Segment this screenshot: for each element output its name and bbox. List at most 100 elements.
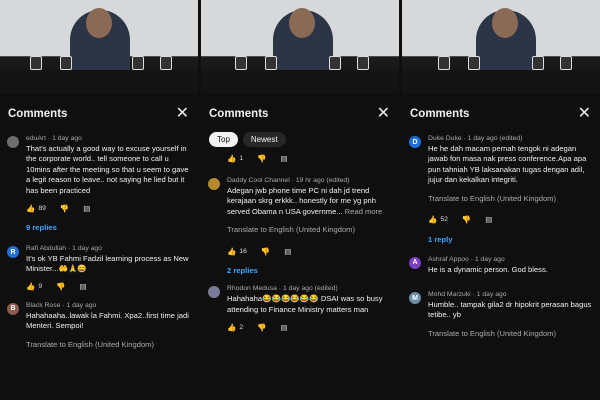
thumbs-up-icon: 👍 xyxy=(428,215,438,225)
comment-time: 1 day ago (edited) xyxy=(467,135,523,142)
avatar[interactable]: D xyxy=(409,136,421,148)
replies-link[interactable]: 9 replies xyxy=(0,213,198,232)
like-count: 89 xyxy=(38,204,46,212)
comment-text: That's actually a good way to excuse you… xyxy=(26,144,189,195)
avatar[interactable]: B xyxy=(7,302,19,315)
comments-header: Comments ✕ xyxy=(0,93,198,125)
comment-author[interactable]: Ashraf Appoo xyxy=(428,256,469,263)
comment-time: 19 hr ago (edited) xyxy=(295,177,350,184)
comments-header: Comments ✕ xyxy=(402,93,600,125)
avatar[interactable] xyxy=(7,136,19,148)
comment-author[interactable]: Black Rose xyxy=(26,302,60,309)
comment: eduArt · 1 day ago That's actually a goo… xyxy=(0,125,198,213)
comment: D Duke Duke · 1 day ago (edited) He he d… xyxy=(402,125,600,225)
comment-author[interactable]: eduArt xyxy=(26,135,46,142)
dislike-button[interactable]: 👎 xyxy=(60,204,69,213)
comments-header: Comments ✕ xyxy=(201,93,399,125)
like-button[interactable]: 👍 16 xyxy=(227,247,247,256)
dislike-button[interactable]: 👎 xyxy=(261,247,270,256)
screenshot-collage: Comments ✕ eduArt · 1 day ago That's act… xyxy=(0,0,600,400)
thumbs-down-icon: 👎 xyxy=(56,282,66,292)
comment-author[interactable]: Duke Duke xyxy=(428,135,462,142)
like-button[interactable]: 👍 89 xyxy=(26,204,46,213)
reply-button[interactable]: ▤ xyxy=(284,247,291,256)
dislike-button[interactable]: 👎 xyxy=(56,282,65,291)
video-frame[interactable] xyxy=(402,0,600,93)
comments-title: Comments xyxy=(410,108,470,120)
comments-title: Comments xyxy=(209,108,269,120)
like-count: 1 xyxy=(239,154,244,162)
close-icon[interactable]: ✕ xyxy=(377,106,390,122)
like-button[interactable]: 👍 9 xyxy=(26,282,42,291)
comment-author[interactable]: Rafi Abdullah xyxy=(26,245,66,252)
replies-link[interactable]: 2 replies xyxy=(201,256,399,275)
thumbs-down-icon: 👎 xyxy=(257,322,267,332)
comment-text: Humble.. tampak gila2 dr hipokrit perasa… xyxy=(428,300,592,320)
comment-text: Hahahaaha..lawak la Fahmi. Xpa2..first t… xyxy=(26,310,189,331)
dislike-button[interactable]: 👎 xyxy=(462,215,471,224)
comment-author[interactable]: Daddy Cool Channel xyxy=(227,177,290,184)
comment: M Mohd Marzuki · 1 day ago Humble.. tamp… xyxy=(402,275,600,338)
reply-icon: ▤ xyxy=(280,153,288,163)
close-icon[interactable]: ✕ xyxy=(176,106,189,122)
comment: A Ashraf Appoo · 1 day ago He is a dynam… xyxy=(402,244,600,275)
comment-time: 1 day ago xyxy=(476,291,507,299)
reply-button[interactable]: ▤ xyxy=(79,282,86,291)
dislike-button[interactable]: 👎 xyxy=(257,323,266,332)
thumbs-up-icon: 👍 xyxy=(227,153,237,163)
reply-button[interactable]: ▤ xyxy=(280,154,287,163)
reply-icon: ▤ xyxy=(284,246,292,256)
avatar[interactable]: M xyxy=(409,292,421,305)
chip-newest[interactable]: Newest xyxy=(242,132,286,147)
translate-link[interactable]: Translate to English (United Kingdom) xyxy=(227,225,391,234)
like-button[interactable]: 👍 1 xyxy=(227,154,243,163)
reply-button[interactable]: ▤ xyxy=(485,215,492,224)
like-count: 52 xyxy=(440,216,448,224)
replies-link[interactable]: 1 reply xyxy=(402,225,600,244)
reply-icon: ▤ xyxy=(79,282,87,292)
reply-icon: ▤ xyxy=(280,322,288,332)
thumbs-down-icon: 👎 xyxy=(461,215,472,225)
comments-panel-2: Comments ✕ Top Newest 👍 1 👎 ▤ Daddy Cool … xyxy=(201,0,399,400)
like-button[interactable]: 👍 2 xyxy=(227,323,243,332)
video-frame[interactable] xyxy=(201,0,399,93)
read-more-link[interactable]: Read more xyxy=(345,207,383,216)
comment-text: It's ok YB Fahmi Fadzil learning process… xyxy=(26,254,189,274)
dislike-button[interactable]: 👎 xyxy=(257,154,266,163)
like-count: 16 xyxy=(239,247,247,255)
comment-time: 1 day ago xyxy=(474,255,505,263)
reply-icon: ▤ xyxy=(83,203,91,213)
avatar[interactable]: R xyxy=(7,246,19,259)
translate-link[interactable]: Translate to English (United Kingdom) xyxy=(428,194,592,203)
thumbs-down-icon: 👎 xyxy=(260,246,271,256)
comment-author[interactable]: Mohd Marzuki xyxy=(428,291,471,298)
avatar[interactable]: A xyxy=(409,256,421,269)
video-frame[interactable] xyxy=(0,0,198,93)
comment-author[interactable]: Rhodon Medusa xyxy=(227,285,277,292)
translate-link[interactable]: Translate to English (United Kingdom) xyxy=(26,340,190,349)
close-icon[interactable]: ✕ xyxy=(578,106,591,122)
like-count: 9 xyxy=(38,283,43,291)
comment-text: He he dah macam pernah tengok ni adegan … xyxy=(428,144,587,185)
thumbs-up-icon: 👍 xyxy=(227,322,237,332)
comment: B Black Rose · 1 day ago Hahahaaha..lawa… xyxy=(0,292,198,349)
comment-time: 1 day ago (edited) xyxy=(282,285,338,293)
comment-time: 1 day ago xyxy=(52,135,82,142)
like-button[interactable]: 👍 52 xyxy=(428,215,448,224)
comment-text: He is a dynamic person. God bless. xyxy=(428,264,548,274)
reply-button[interactable]: ▤ xyxy=(280,323,287,332)
chip-top[interactable]: Top xyxy=(209,132,238,147)
comment: Daddy Cool Channel · 19 hr ago (edited) … xyxy=(201,163,399,256)
thumbs-up-icon: 👍 xyxy=(227,246,237,256)
comments-title: Comments xyxy=(8,108,68,120)
translate-link[interactable]: Translate to English (United Kingdom) xyxy=(428,329,592,338)
comments-panel-3: Comments ✕ D Duke Duke · 1 day ago (edit… xyxy=(402,0,600,400)
reply-button[interactable]: ▤ xyxy=(83,204,90,213)
avatar[interactable] xyxy=(208,178,220,190)
avatar[interactable] xyxy=(208,286,220,299)
comment-time: 1 day ago xyxy=(72,245,102,253)
sort-chips: Top Newest xyxy=(201,125,399,147)
like-count: 2 xyxy=(239,323,244,331)
comment-time: 1 day ago xyxy=(66,301,97,309)
thumbs-up-icon: 👍 xyxy=(26,203,36,213)
